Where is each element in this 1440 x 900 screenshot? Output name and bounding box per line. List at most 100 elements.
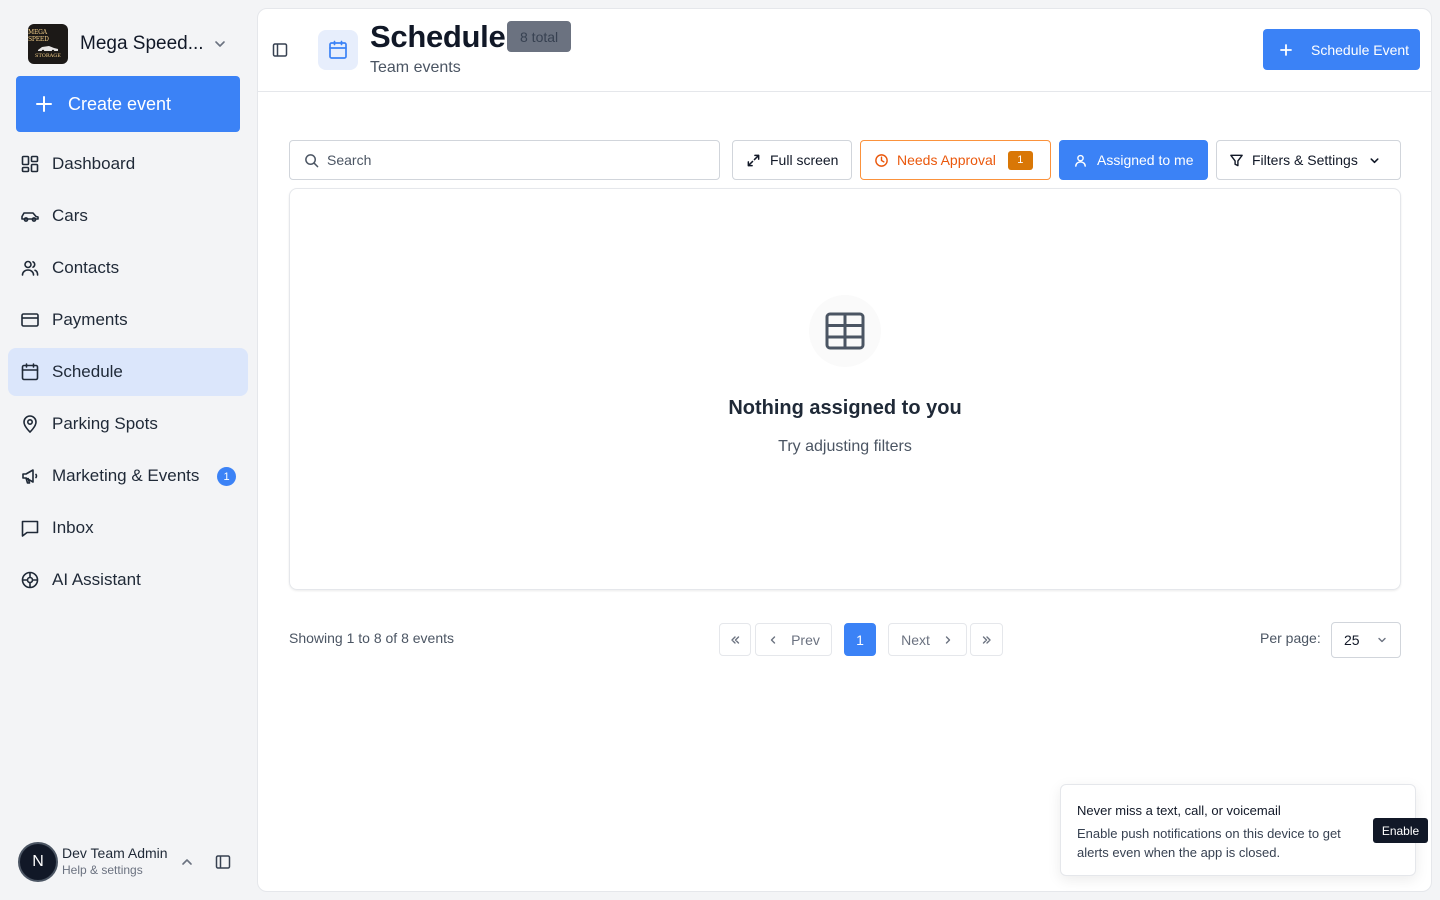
user-subtitle: Help & settings <box>62 863 143 877</box>
chevron-down-icon <box>1377 637 1386 643</box>
expand-icon <box>747 154 760 166</box>
panel-toggle-icon[interactable] <box>271 41 289 59</box>
filters-settings-label: Filters & Settings <box>1252 152 1358 168</box>
calendar-icon <box>329 40 347 59</box>
filters-settings-button[interactable]: Filters & Settings <box>1216 140 1401 180</box>
page-icon <box>318 30 358 70</box>
page-subtitle: Team events <box>370 59 461 76</box>
assigned-to-me-label: Assigned to me <box>1097 152 1194 168</box>
user-name: Dev Team Admin <box>62 845 168 861</box>
sidebar-item-label: AI Assistant <box>52 570 141 589</box>
chevron-down-icon <box>215 41 225 47</box>
toast-title: Never miss a text, call, or voicemail <box>1077 803 1281 818</box>
chevrons-left-icon <box>731 635 740 644</box>
needs-approval-button[interactable]: Needs Approval 1 <box>860 140 1051 180</box>
results-summary: Showing 1 to 8 of 8 events <box>289 630 454 646</box>
credit-card-icon <box>21 313 39 327</box>
sidebar-item-inbox[interactable]: Inbox <box>8 504 248 552</box>
sidebar-item-label: Cars <box>52 206 88 225</box>
events-empty-state: Nothing assigned to you Try adjusting fi… <box>289 188 1401 590</box>
sidebar: MEGA SPEED STORAGE Mega Speed... Create … <box>0 0 256 900</box>
full-screen-label: Full screen <box>770 152 839 168</box>
approval-count-badge: 1 <box>1007 150 1033 170</box>
schedule-event-label: Schedule Event <box>1311 41 1410 58</box>
page-button-current[interactable]: 1 <box>844 623 876 656</box>
logo-text-bottom: STORAGE <box>35 53 61 59</box>
sidebar-item-parking-spots[interactable]: Parking Spots <box>8 400 248 448</box>
empty-state-icon <box>809 295 881 367</box>
user-menu: N Dev Team Admin Help & settings <box>18 842 248 882</box>
assigned-to-me-button[interactable]: Assigned to me <box>1059 140 1208 180</box>
sidebar-item-payments[interactable]: Payments <box>8 296 248 344</box>
sidebar-item-label: Dashboard <box>52 154 136 173</box>
prev-label: Prev <box>791 631 820 648</box>
sidebar-toggle-icon[interactable] <box>214 853 232 871</box>
main-content: Schedule 8 total Team events Schedule Ev… <box>257 8 1432 892</box>
sidebar-item-label: Marketing & Events <box>52 466 200 485</box>
enable-notifications-button[interactable]: Enable <box>1373 818 1428 843</box>
notification-badge: 1 <box>217 467 236 486</box>
schedule-event-button[interactable]: Schedule Event <box>1263 29 1420 70</box>
per-page-label: Per page: <box>1260 630 1321 646</box>
chevrons-right-icon <box>982 635 991 644</box>
table-grid-icon <box>825 312 865 350</box>
plus-icon <box>1280 43 1292 56</box>
dashboard-icon <box>21 155 39 173</box>
search-input[interactable] <box>327 152 707 168</box>
push-notification-prompt: Never miss a text, call, or voicemail En… <box>1060 784 1428 876</box>
user-icon <box>1075 154 1086 167</box>
sidebar-item-label: Contacts <box>52 258 120 277</box>
next-label: Next <box>901 631 930 648</box>
logo-car-icon <box>38 46 58 52</box>
full-screen-button[interactable]: Full screen <box>732 140 852 180</box>
sidebar-item-marketing-events[interactable]: Marketing & Events 1 <box>8 452 248 500</box>
first-page-button[interactable] <box>719 623 751 656</box>
sidebar-item-label: Schedule <box>52 362 123 381</box>
total-badge: 8 total <box>507 21 572 52</box>
chevron-up-icon[interactable] <box>180 855 194 869</box>
map-pin-icon <box>23 415 37 434</box>
search-icon <box>305 153 319 167</box>
next-page-button[interactable]: Next <box>888 623 967 656</box>
chevron-right-icon <box>945 635 951 644</box>
plus-icon <box>36 96 52 112</box>
users-icon <box>21 260 39 276</box>
empty-state-title: Nothing assigned to you <box>728 397 962 419</box>
page-header: Schedule 8 total Team events Schedule Ev… <box>258 9 1431 92</box>
filter-icon <box>1230 154 1243 166</box>
per-page-select[interactable]: 25 <box>1331 622 1401 658</box>
org-name: Mega Speed... <box>80 33 204 54</box>
calendar-icon <box>21 363 39 381</box>
chevron-down-icon <box>1370 157 1379 163</box>
needs-approval-label: Needs Approval <box>897 152 996 168</box>
sidebar-item-cars[interactable]: Cars <box>8 192 248 240</box>
sidebar-item-contacts[interactable]: Contacts <box>8 244 248 292</box>
create-event-button[interactable]: Create event <box>16 76 240 132</box>
clock-icon <box>875 153 888 167</box>
sidebar-item-label: Parking Spots <box>52 414 158 433</box>
sidebar-nav: Dashboard Cars Contacts Payments Schedul… <box>8 140 248 608</box>
sidebar-item-label: Inbox <box>52 518 94 537</box>
toast-body: Enable push notifications on this device… <box>1077 826 1341 860</box>
empty-state-subtitle: Try adjusting filters <box>778 438 912 455</box>
megaphone-icon <box>22 469 38 484</box>
car-icon <box>21 212 39 222</box>
user-info[interactable]: Dev Team Admin Help & settings <box>62 845 168 879</box>
sidebar-item-dashboard[interactable]: Dashboard <box>8 140 248 188</box>
avatar[interactable]: N <box>18 842 58 882</box>
search-box <box>289 140 720 180</box>
sidebar-item-label: Payments <box>52 310 128 329</box>
message-square-icon <box>21 520 39 537</box>
sidebar-item-ai-assistant[interactable]: AI Assistant <box>8 556 248 604</box>
org-switcher[interactable]: MEGA SPEED STORAGE Mega Speed... <box>16 20 240 68</box>
chevron-left-icon <box>770 635 776 644</box>
prev-page-button[interactable]: Prev <box>755 623 832 656</box>
logo-text-top: MEGA SPEED <box>28 29 49 43</box>
org-logo: MEGA SPEED STORAGE <box>28 24 68 64</box>
last-page-button[interactable] <box>970 623 1003 656</box>
sidebar-item-schedule[interactable]: Schedule <box>8 348 248 396</box>
create-event-label: Create event <box>68 93 172 114</box>
page-title: Schedule <box>370 19 506 54</box>
ai-icon <box>21 571 39 589</box>
toolbar: Full screen Needs Approval 1 Assigned to… <box>289 140 1401 180</box>
